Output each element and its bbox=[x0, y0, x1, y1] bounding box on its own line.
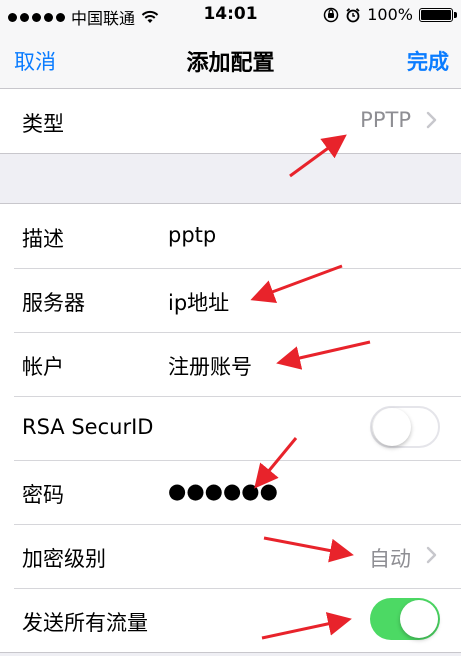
account-field[interactable]: 注册账号 bbox=[168, 351, 252, 381]
battery-icon bbox=[419, 7, 457, 22]
rsa-securid-label: RSA SecurID bbox=[22, 415, 154, 439]
type-group: 类型 PPTP bbox=[0, 88, 461, 154]
alarm-icon bbox=[346, 7, 360, 22]
toggle-knob bbox=[400, 600, 438, 638]
encryption-level-value: 自动 bbox=[369, 547, 411, 571]
send-all-traffic-toggle[interactable] bbox=[370, 598, 440, 640]
navigation-bar: 取消 添加配置 完成 bbox=[0, 30, 461, 93]
orientation-lock-icon bbox=[324, 7, 339, 22]
type-value: PPTP bbox=[360, 108, 411, 132]
server-row[interactable]: 服务器 ip地址 bbox=[0, 268, 461, 332]
account-row[interactable]: 帐户 注册账号 bbox=[0, 332, 461, 396]
settings-group: 描述 pptp 服务器 ip地址 帐户 注册账号 RSA SecurID 密码 … bbox=[0, 203, 461, 653]
password-label: 密码 bbox=[22, 483, 64, 507]
send-all-traffic-label: 发送所有流量 bbox=[22, 611, 148, 635]
type-row[interactable]: 类型 PPTP bbox=[0, 89, 461, 153]
status-bar: 中国联通 14:01 100% bbox=[0, 0, 461, 30]
description-row[interactable]: 描述 pptp bbox=[0, 204, 461, 268]
account-label: 帐户 bbox=[22, 355, 64, 379]
server-label: 服务器 bbox=[22, 291, 85, 315]
battery-percent: 100% bbox=[367, 5, 413, 24]
send-all-traffic-row: 发送所有流量 bbox=[0, 588, 461, 652]
page-title: 添加配置 bbox=[186, 51, 275, 76]
rsa-securid-toggle[interactable] bbox=[370, 406, 440, 448]
password-row[interactable]: 密码 ●●●●●● bbox=[0, 460, 461, 524]
status-right: 100% bbox=[323, 5, 457, 24]
type-label: 类型 bbox=[22, 112, 64, 136]
chevron-right-icon bbox=[426, 546, 437, 564]
server-field[interactable]: ip地址 bbox=[168, 287, 229, 317]
description-field[interactable]: pptp bbox=[168, 223, 216, 247]
rsa-securid-row: RSA SecurID bbox=[0, 396, 461, 460]
encryption-level-label: 加密级别 bbox=[22, 547, 106, 571]
password-field[interactable]: ●●●●●● bbox=[168, 479, 278, 503]
encryption-level-row[interactable]: 加密级别 自动 bbox=[0, 524, 461, 588]
description-label: 描述 bbox=[22, 227, 64, 251]
chevron-right-icon bbox=[426, 111, 437, 129]
toggle-knob bbox=[373, 408, 411, 446]
done-button[interactable]: 完成 bbox=[407, 46, 449, 76]
